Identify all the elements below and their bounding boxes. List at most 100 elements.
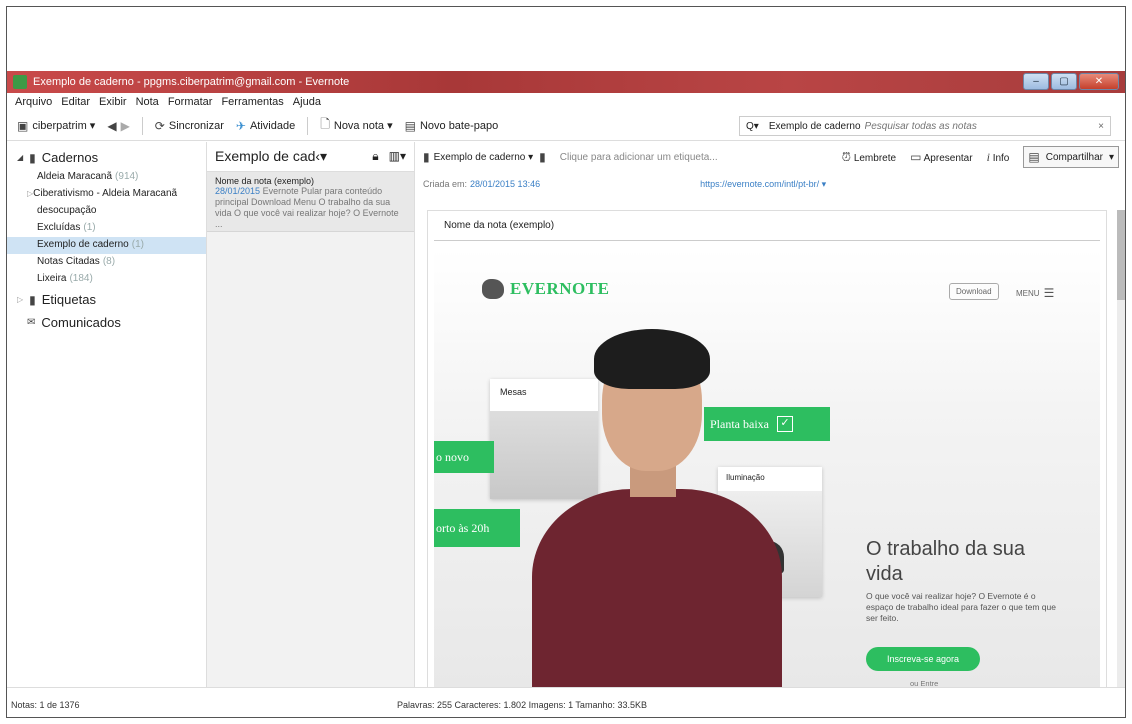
activity-button[interactable]: ✈ Atividade — [236, 119, 295, 133]
menu-editar[interactable]: Editar — [61, 96, 90, 108]
notebook-count: (914) — [115, 171, 139, 182]
sync-label: Sincronizar — [168, 119, 224, 132]
present-button[interactable]: ▭ Apresentar — [910, 150, 973, 164]
info-button[interactable]: i Info — [987, 150, 1010, 165]
tag-porto: orto às 20h — [434, 509, 520, 547]
collapsed-triangle-icon[interactable]: ▷ — [17, 295, 23, 304]
notebook-label: Ciberativismo - Aldeia Maracanã — [33, 188, 178, 199]
new-note-icon: 🗋 — [320, 117, 330, 131]
logo-text: EVERNOTE — [510, 279, 610, 298]
reminder-label: Lembrete — [853, 152, 897, 164]
evernote-logo: EVERNOTE — [482, 279, 609, 299]
note-card-title: Nome da nota (exemplo) — [215, 176, 315, 186]
search-icon[interactable]: Q▾ — [740, 121, 765, 132]
menu-exibir[interactable]: Exibir — [99, 96, 127, 108]
menu-ajuda[interactable]: Ajuda — [293, 96, 321, 108]
sync-icon: ⟳ — [154, 118, 165, 133]
search-scope[interactable]: Exemplo de caderno — [765, 121, 865, 132]
share-button[interactable]: ▤ Compartilhar ▾ — [1023, 146, 1119, 168]
evernote-app-icon — [13, 75, 27, 89]
info-icon: i — [986, 149, 990, 164]
new-chat-button[interactable]: ▤ Novo bate-papo — [405, 119, 499, 133]
menu-bar: Arquivo Editar Exibir Nota Formatar Ferr… — [7, 93, 1125, 111]
editor-notebook-selector[interactable]: Exemplo de caderno ▾ — [434, 152, 534, 163]
signup-button[interactable]: Inscreva-se agora — [866, 647, 980, 671]
created-label: Criada em: — [423, 179, 468, 189]
menu-formatar[interactable]: Formatar — [168, 96, 213, 108]
hero-person-image — [532, 329, 782, 691]
tag-novo: o novo — [434, 441, 494, 473]
list-item[interactable]: Nome da nota (exemplo) 28/01/2015 Everno… — [207, 172, 414, 232]
search-box[interactable]: Q▾ Exemplo de caderno × — [739, 116, 1111, 136]
note-card-date: 28/01/2015 — [215, 186, 261, 196]
forward-arrow-icon[interactable]: ▶ — [121, 119, 130, 133]
notebook-label: Exemplo de caderno — [37, 239, 129, 250]
editor-scrollbar[interactable] — [1117, 210, 1125, 687]
account-button[interactable]: ▣ ciberpatrim ▾ — [17, 119, 95, 133]
back-arrow-icon[interactable]: ◀ — [107, 119, 116, 133]
hamburger-icon: ☰ — [1043, 286, 1055, 300]
alarm-clock-icon: ⏰︎ — [841, 149, 852, 164]
status-bar: Notas: 1 de 1376 Palavras: 255 Caractere… — [7, 687, 1125, 717]
sidebar-item-notebook[interactable]: Exemplo de caderno (1) — [7, 237, 206, 254]
sidebar-item-notebook[interactable]: Excluídas (1) — [7, 220, 206, 237]
source-url[interactable]: https://evernote.com/intl/pt-br/ ▾ — [700, 179, 826, 190]
note-metadata: Criada em: 28/01/2015 13:46 https://ever… — [415, 172, 1125, 196]
search-clear-icon[interactable]: × — [1092, 121, 1110, 132]
expand-triangle-icon[interactable]: ◢ — [17, 153, 23, 162]
sidebar-item-notebook[interactable]: ▷ Ciberativismo - Aldeia Maracanã — [7, 186, 206, 203]
sidebar-item-notebook[interactable]: Aldeia Maracanã (914) — [7, 169, 206, 186]
notebook-count: (8) — [102, 256, 116, 267]
sidebar-tags-header[interactable]: ▷ ▮ Etiquetas — [7, 288, 206, 311]
menu-arquivo[interactable]: Arquivo — [15, 96, 52, 108]
search-input[interactable] — [864, 120, 1093, 132]
menu-nota[interactable]: Nota — [136, 96, 159, 108]
editor-toolbar: ▮ Exemplo de caderno ▾ ▮ Clique para adi… — [415, 142, 1125, 172]
web-menu[interactable]: MENU ☰ — [1016, 286, 1054, 300]
notebook-count: (1) — [83, 222, 96, 233]
account-icon: ▣ — [17, 118, 29, 133]
clipped-webpage: EVERNOTE Download MENU ☰ Mesas Planta bai… — [434, 249, 1100, 691]
hero-title: O trabalho da sua vida — [866, 538, 1025, 585]
sync-button[interactable]: ⟳ Sincronizar — [155, 119, 224, 133]
maximize-button[interactable]: ▢ — [1051, 73, 1077, 90]
window-titlebar[interactable]: Exemplo de caderno - ppgms.ciberpatrim@g… — [7, 71, 1125, 93]
note-stats-status: Palavras: 255 Caracteres: 1.802 Imagens:… — [397, 700, 647, 710]
download-link[interactable]: Download — [949, 283, 999, 300]
close-button[interactable]: ✕ — [1079, 73, 1119, 90]
scrollbar-thumb[interactable] — [1117, 210, 1125, 300]
sidebar-item-notebook[interactable]: desocupação — [7, 203, 206, 220]
view-options-icon[interactable]: ▥▾ — [389, 149, 406, 164]
sidebar-notebooks-header[interactable]: ◢ ▮ Cadernos — [7, 146, 206, 169]
notebook-count: (184) — [69, 273, 93, 284]
reminder-button[interactable]: ⏰︎ Lembrete — [842, 150, 896, 165]
share-dropdown-icon[interactable]: ▾ — [1109, 152, 1114, 163]
note-card-snippet: 28/01/2015 Evernote Pular para conteúdo … — [215, 186, 406, 230]
sidebar-item-notebook[interactable]: Lixeira (184) — [7, 271, 206, 288]
presentation-icon: ▭ — [910, 150, 922, 164]
sidebar-item-notebook[interactable]: Notas Citadas (8) — [7, 254, 206, 271]
info-label: Info — [992, 152, 1010, 164]
main-toolbar: ▣ ciberpatrim ▾ ◀ ▶ ⟳ Sincronizar ✈ Ativ… — [7, 111, 1125, 141]
note-list-title[interactable]: Exemplo de cad‹▾ — [215, 148, 327, 165]
notebook-label: Notas Citadas — [37, 256, 100, 267]
note-title-field[interactable]: Nome da nota (exemplo) — [434, 211, 1100, 241]
minimize-button[interactable]: – — [1023, 73, 1049, 90]
notebook-small-icon: ▮ — [423, 150, 430, 164]
window-controls: – ▢ ✕ — [1023, 73, 1119, 90]
person-hair — [594, 329, 710, 389]
chat-icon: ▤ — [404, 118, 416, 133]
created-date[interactable]: 28/01/2015 13:46 — [470, 179, 540, 189]
note-list-icons: 🔒︎ ▥▾ — [372, 149, 406, 164]
present-label: Apresentar — [923, 153, 973, 164]
screenshot-frame: Exemplo de caderno - ppgms.ciberpatrim@g… — [6, 6, 1126, 718]
lock-icon[interactable]: 🔒︎ — [372, 149, 378, 164]
sidebar-communications[interactable]: ✉ Comunicados — [7, 311, 206, 334]
note-list-header: Exemplo de cad‹▾ 🔒︎ ▥▾ — [207, 142, 414, 172]
menu-ferramentas[interactable]: Ferramentas — [221, 96, 283, 108]
new-note-button[interactable]: 🗋 Nova nota ▾ — [320, 115, 392, 136]
sidebar: ◢ ▮ Cadernos Aldeia Maracanã (914) ▷ Cibe… — [7, 142, 207, 687]
account-label: ciberpatrim ▾ — [32, 120, 96, 132]
nav-arrows: ◀ ▶ — [107, 119, 129, 133]
add-tag-input[interactable]: Clique para adicionar um etiqueta... — [560, 152, 718, 163]
